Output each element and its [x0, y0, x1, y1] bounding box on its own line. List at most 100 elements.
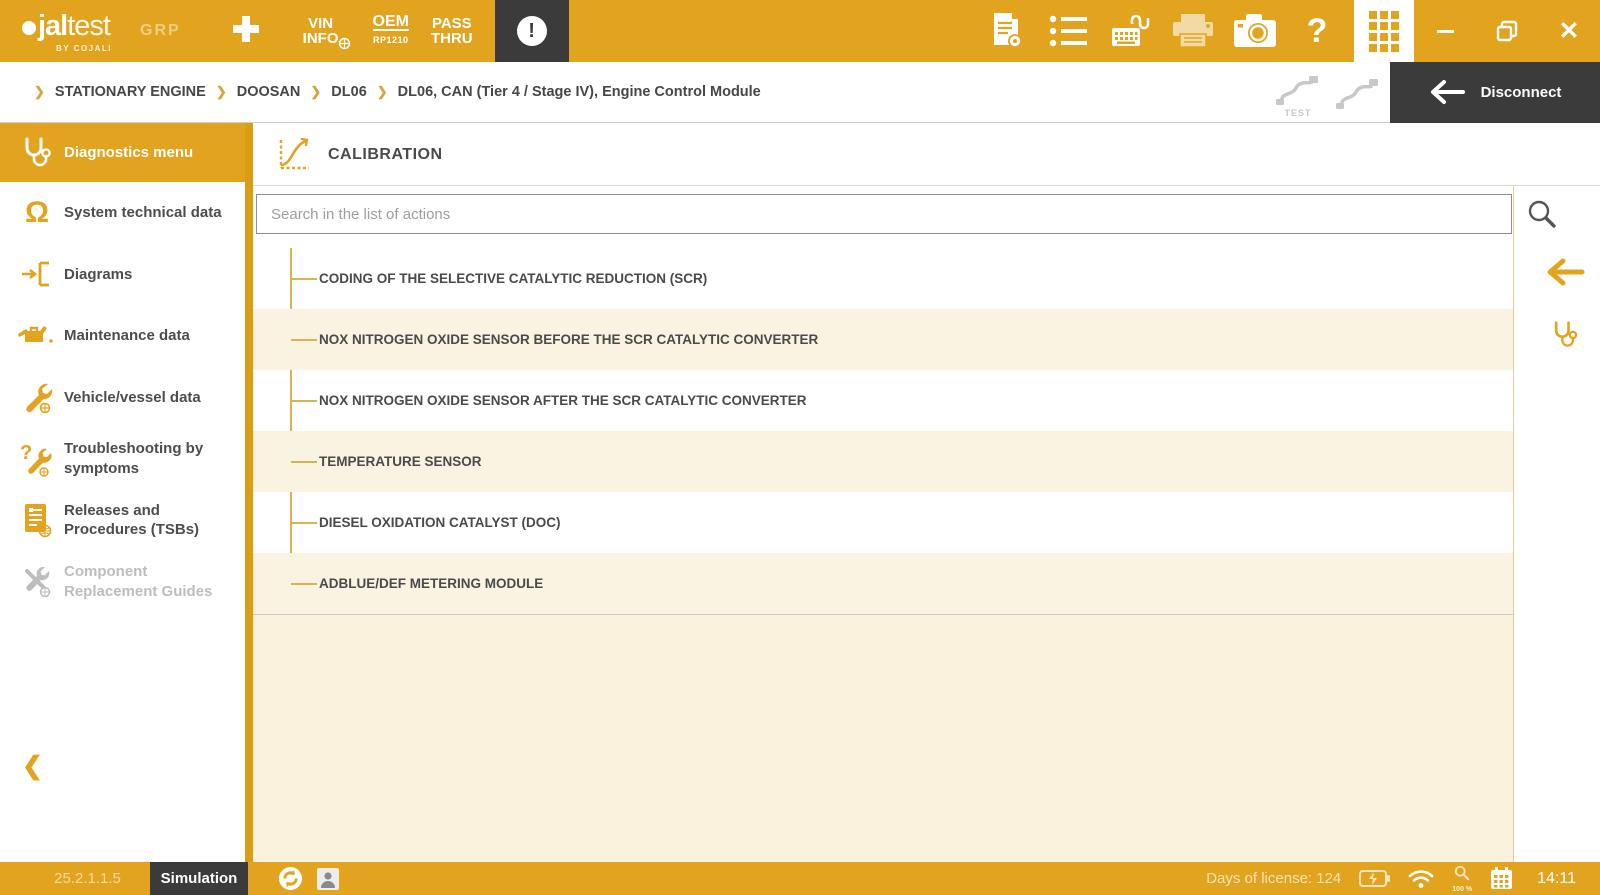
- breadcrumb-bar: ❯ STATIONARY ENGINE ❯ DOOSAN ❯ DL06 ❯ DL…: [0, 62, 1600, 123]
- version-label: 25.2.1.1.5: [25, 870, 150, 887]
- sidebar-item-label: Maintenance data: [64, 326, 232, 346]
- wifi-icon: [1408, 869, 1434, 888]
- pass-line2: THRU: [431, 30, 473, 47]
- diagnostics-cable-button[interactable]: [1330, 66, 1386, 117]
- sidebar-item-diagrams[interactable]: Diagrams: [0, 244, 245, 306]
- back-arrow-icon: [1429, 79, 1465, 105]
- plus-icon: [229, 12, 263, 46]
- print-button[interactable]: [1170, 0, 1216, 62]
- battery-button[interactable]: [1359, 870, 1390, 887]
- vin-info-button[interactable]: VIN INFO: [303, 16, 339, 46]
- screenshot-button[interactable]: [1232, 0, 1278, 62]
- magnifier-icon: 100 %: [1452, 865, 1472, 893]
- test-cable-label: TEST: [1270, 108, 1326, 118]
- calibration-icon: [275, 136, 313, 177]
- grp-button[interactable]: GRP: [140, 22, 181, 40]
- breadcrumb-item-model[interactable]: DL06: [331, 84, 366, 100]
- logo-brand-bold: jal: [38, 10, 67, 42]
- action-item-nox-before[interactable]: NOX NITROGEN OXIDE SENSOR BEFORE THE SCR…: [253, 309, 1513, 370]
- wrench-icon: [16, 376, 58, 418]
- minimize-button[interactable]: [1414, 0, 1476, 62]
- breadcrumb: ❯ STATIONARY ENGINE ❯ DOOSAN ❯ DL06 ❯ DL…: [24, 84, 761, 100]
- disconnect-label: Disconnect: [1481, 84, 1562, 101]
- user-button[interactable]: [317, 868, 339, 890]
- report-button[interactable]: [984, 0, 1030, 62]
- sidebar-item-label: Releases and Procedures (TSBs): [64, 501, 232, 540]
- restore-button[interactable]: [1476, 0, 1538, 62]
- search-icon[interactable]: [1526, 198, 1558, 235]
- breadcrumb-item-system-type[interactable]: STATIONARY ENGINE: [55, 84, 206, 100]
- chevron-right-icon: ❯: [310, 84, 321, 100]
- help-button[interactable]: ?: [1294, 0, 1340, 62]
- actions-list: CODING OF THE SELECTIVE CATALYTIC REDUCT…: [253, 248, 1513, 615]
- sidebar-item-releases-procedures[interactable]: Releases and Procedures (TSBs): [0, 490, 245, 552]
- sidebar-accent-bar: [245, 123, 253, 862]
- keyboard-signal-icon: [1110, 12, 1152, 50]
- svg-text:?: ?: [20, 442, 32, 464]
- omega-icon: Ω: [16, 192, 58, 234]
- sidebar-item-label: Troubleshooting by symptoms: [64, 439, 232, 478]
- oil-can-icon: [16, 315, 58, 357]
- circuit-icon: [16, 253, 58, 295]
- jaltest-logo[interactable]: jaltest BY COJALI: [22, 12, 110, 51]
- printer-icon: [1171, 12, 1215, 50]
- sidebar-item-label: System technical data: [64, 203, 232, 223]
- sidebar-item-system-technical-data[interactable]: Ω System technical data: [0, 182, 245, 244]
- stethoscope-icon: [1550, 319, 1580, 351]
- action-item-adblue[interactable]: ADBLUE/DEF METERING MODULE: [253, 553, 1513, 614]
- report-icon: [988, 11, 1026, 51]
- action-item-scr-coding[interactable]: CODING OF THE SELECTIVE CATALYTIC REDUCT…: [253, 248, 1513, 309]
- zoom-level-button[interactable]: 100 %: [1452, 865, 1472, 893]
- close-button[interactable]: ✕: [1538, 0, 1600, 62]
- go-back-button[interactable]: [1545, 257, 1585, 292]
- sync-button[interactable]: [278, 866, 303, 891]
- minimize-icon: [1437, 30, 1454, 33]
- sidebar-item-diagnostics-menu[interactable]: Diagnostics menu: [0, 123, 245, 182]
- oem-line1: OEM: [373, 14, 409, 31]
- task-list-button[interactable]: [1046, 0, 1092, 62]
- measurements-button[interactable]: [1108, 0, 1154, 62]
- sidebar-item-label: Vehicle/vessel data: [64, 388, 232, 408]
- document-icon: [16, 499, 58, 541]
- status-right-cluster: Days of license: 124 100 %: [1206, 865, 1576, 893]
- disconnect-button[interactable]: Disconnect: [1390, 62, 1600, 123]
- calendar-button[interactable]: [1490, 867, 1513, 890]
- action-item-doc[interactable]: DIESEL OXIDATION CATALYST (DOC): [253, 492, 1513, 553]
- question-wrench-icon: ?: [16, 438, 58, 480]
- wifi-button[interactable]: [1408, 869, 1434, 888]
- main-content: CALIBRATION CODING OF THE SELECTIVE CATA…: [253, 123, 1600, 862]
- action-item-temperature-sensor[interactable]: TEMPERATURE SENSOR: [253, 431, 1513, 492]
- camera-icon: [1232, 12, 1278, 50]
- toolbar-icons: ?: [976, 0, 1348, 62]
- globe-mini-icon: [338, 37, 351, 50]
- breadcrumb-item-make[interactable]: DOOSAN: [237, 84, 301, 100]
- status-bar: 25.2.1.1.5 Simulation Days of license: 1…: [0, 862, 1600, 895]
- diagnostics-shortcut-button[interactable]: [1550, 319, 1580, 356]
- pass-thru-button[interactable]: PASS THRU: [431, 16, 473, 46]
- test-cable-button[interactable]: TEST: [1270, 66, 1326, 118]
- sidebar-item-label: Diagnostics menu: [64, 143, 232, 163]
- simulation-mode-badge: Simulation: [150, 862, 248, 895]
- applications-button[interactable]: [1354, 0, 1414, 62]
- sync-icon: [278, 866, 303, 891]
- alerts-button[interactable]: !: [495, 0, 569, 62]
- search-input[interactable]: [256, 194, 1512, 234]
- sidebar-item-vehicle-vessel-data[interactable]: Vehicle/vessel data: [0, 367, 245, 429]
- chevron-right-icon: ❯: [216, 84, 227, 100]
- section-header: CALIBRATION: [253, 123, 1600, 186]
- oem-rp1210-button[interactable]: OEM RP1210: [373, 14, 409, 48]
- oem-line2: RP1210: [373, 33, 409, 48]
- zoom-level-label: 100 %: [1452, 886, 1472, 893]
- top-bar: jaltest BY COJALI GRP VIN INFO OEM RP121…: [0, 0, 1600, 62]
- clock-label: 14:11: [1537, 870, 1576, 888]
- help-icon: ?: [1307, 12, 1328, 51]
- collapse-sidebar-button[interactable]: ❮: [22, 751, 43, 781]
- diagnostics-cable-icon: [1336, 74, 1380, 112]
- action-item-nox-after[interactable]: NOX NITROGEN OXIDE SENSOR AFTER THE SCR …: [253, 370, 1513, 431]
- breadcrumb-item-system[interactable]: DL06, CAN (Tier 4 / Stage IV), Engine Co…: [398, 84, 761, 100]
- sidebar-item-troubleshooting[interactable]: ? Troubleshooting by symptoms: [0, 428, 245, 490]
- sidebar-item-maintenance-data[interactable]: Maintenance data: [0, 305, 245, 367]
- logo-brand-light: test: [67, 10, 110, 42]
- right-rail-divider: [1513, 186, 1514, 862]
- add-vehicle-button[interactable]: [229, 12, 263, 51]
